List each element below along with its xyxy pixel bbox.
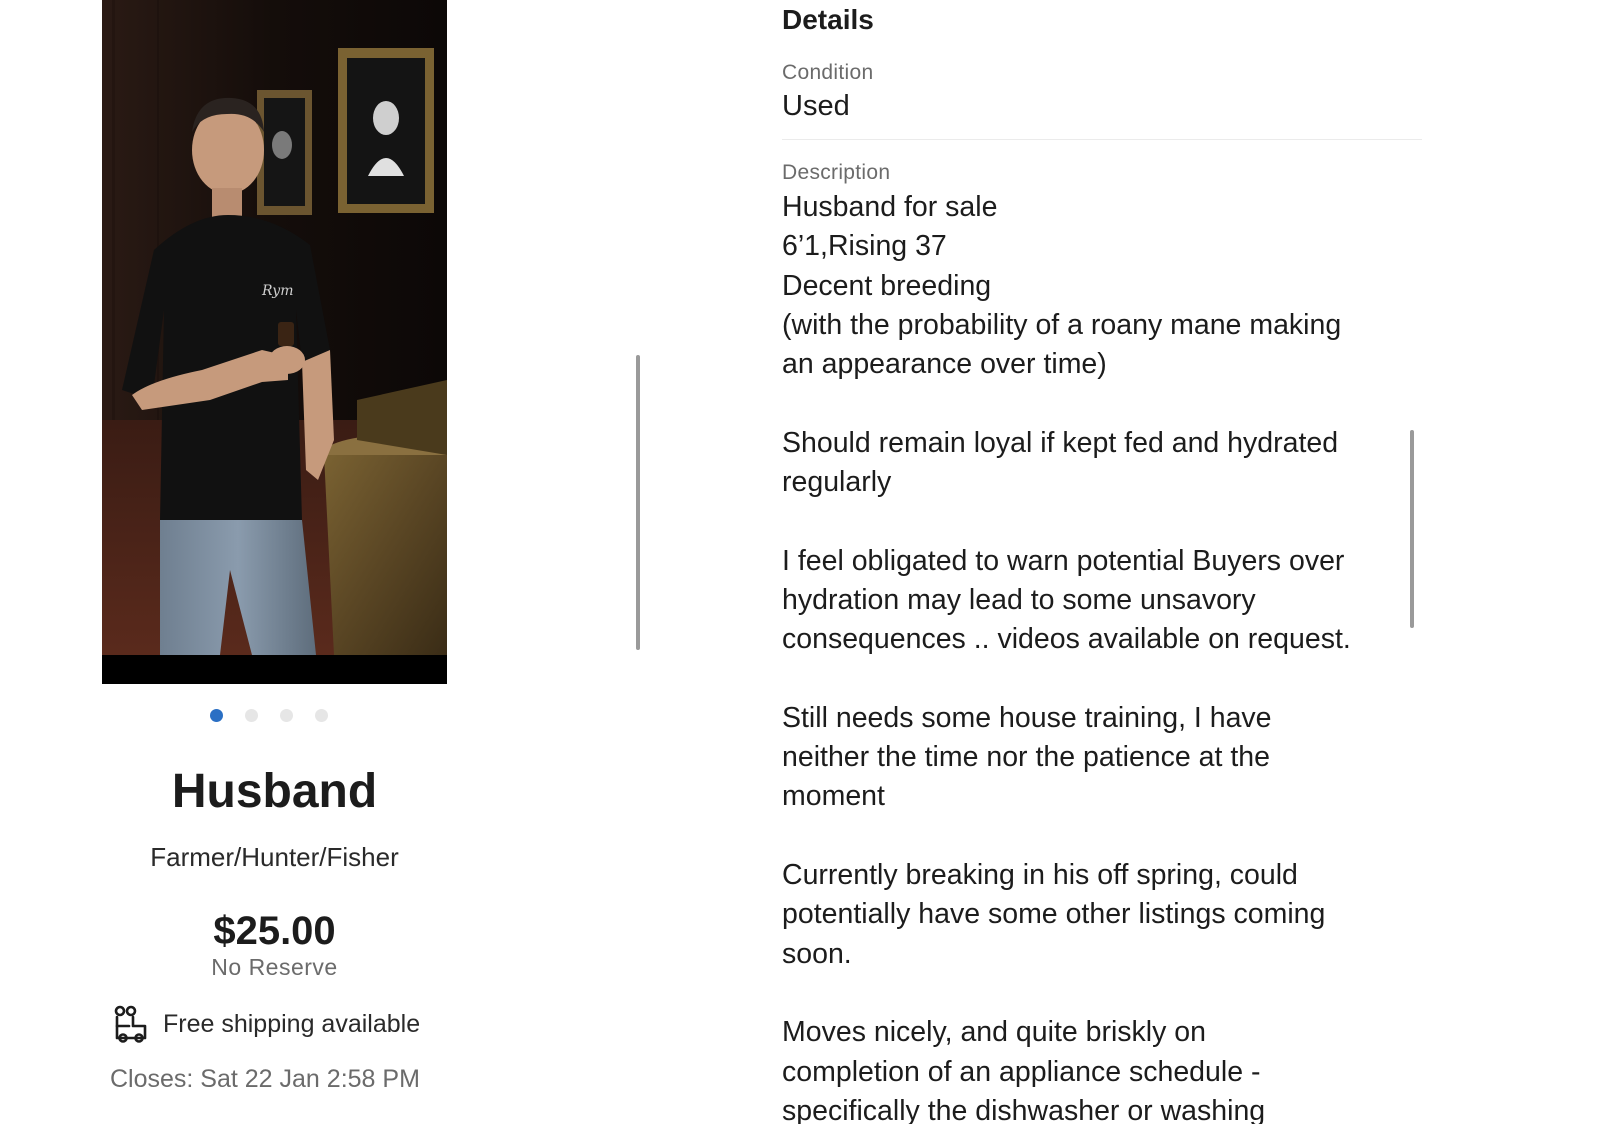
description-line: 6’1,Rising 37: [782, 230, 947, 263]
closing-time: Closes: Sat 22 Jan 2:58 PM: [110, 1065, 420, 1093]
description-paragraph: Currently breaking in his off spring, co…: [782, 856, 1422, 974]
listing-page: Rym Husband Farmer/Hunter/Fisher $25.00 …: [0, 0, 1616, 1124]
description-line: regularly: [782, 466, 892, 499]
carousel-dot-4[interactable]: [315, 709, 328, 722]
description-line: an appearance over time): [782, 348, 1107, 381]
image-carousel-dots: [210, 709, 328, 722]
listing-subtitle: Farmer/Hunter/Fisher: [150, 842, 399, 872]
description-line: I feel obligated to warn potential Buyer…: [782, 544, 1345, 577]
description-line: moment: [782, 780, 885, 813]
description-line: soon.: [782, 937, 852, 970]
description-line: Currently breaking in his off spring, co…: [782, 859, 1298, 892]
listing-price: $25.00: [213, 909, 336, 953]
description-line: potentially have some other listings com…: [782, 898, 1326, 931]
condition-value: Used: [782, 90, 850, 122]
description-paragraph: Husband for sale 6’1,Rising 37 Decent br…: [782, 188, 1422, 384]
description-line: Husband for sale: [782, 191, 998, 223]
product-photo[interactable]: Rym: [102, 0, 447, 684]
carousel-dot-3[interactable]: [280, 709, 293, 722]
description-line: (with the probability of a roany mane ma…: [782, 308, 1342, 341]
truck-icon: [114, 1005, 147, 1043]
listing-title: Husband: [171, 765, 378, 818]
carousel-dot-1[interactable]: [210, 709, 223, 722]
description-line: specifically the dishwasher or washing: [782, 1094, 1266, 1124]
reserve-status: No Reserve: [211, 954, 338, 980]
description-paragraph: Still needs some house training, I have …: [782, 699, 1422, 817]
carousel-dot-2[interactable]: [245, 709, 258, 722]
description-paragraph: Moves nicely, and quite briskly on compl…: [782, 1013, 1422, 1124]
product-photo-image: Rym: [102, 0, 447, 684]
description-line: Decent breeding: [782, 269, 992, 302]
description-scrollbar[interactable]: [1410, 430, 1414, 628]
description-paragraph: Should remain loyal if kept fed and hydr…: [782, 424, 1422, 503]
description-line: Still needs some house training, I have: [782, 701, 1272, 734]
shipping-text: Free shipping available: [163, 1009, 421, 1038]
description-line: Moves nicely, and quite briskly on: [782, 1016, 1207, 1049]
details-divider: [782, 139, 1422, 140]
description-line: Should remain loyal if kept fed and hydr…: [782, 426, 1339, 459]
description-line: consequences .. videos available on requ…: [782, 623, 1351, 656]
details-heading: Details: [782, 4, 874, 35]
condition-label: Condition: [782, 61, 874, 84]
left-scrollbar[interactable]: [636, 355, 640, 650]
description-text: Husband for sale 6’1,Rising 37 Decent br…: [782, 188, 1422, 1124]
description-label: Description: [782, 161, 891, 184]
description-line: hydration may lead to some unsavory: [782, 583, 1256, 616]
description-line: neither the time nor the patience at the: [782, 741, 1270, 774]
shirt-logo-text: Rym: [261, 283, 293, 299]
shipping-info: Free shipping available: [113, 1004, 420, 1044]
description-line: completion of an appliance schedule -: [782, 1055, 1261, 1088]
description-paragraph: I feel obligated to warn potential Buyer…: [782, 542, 1422, 660]
